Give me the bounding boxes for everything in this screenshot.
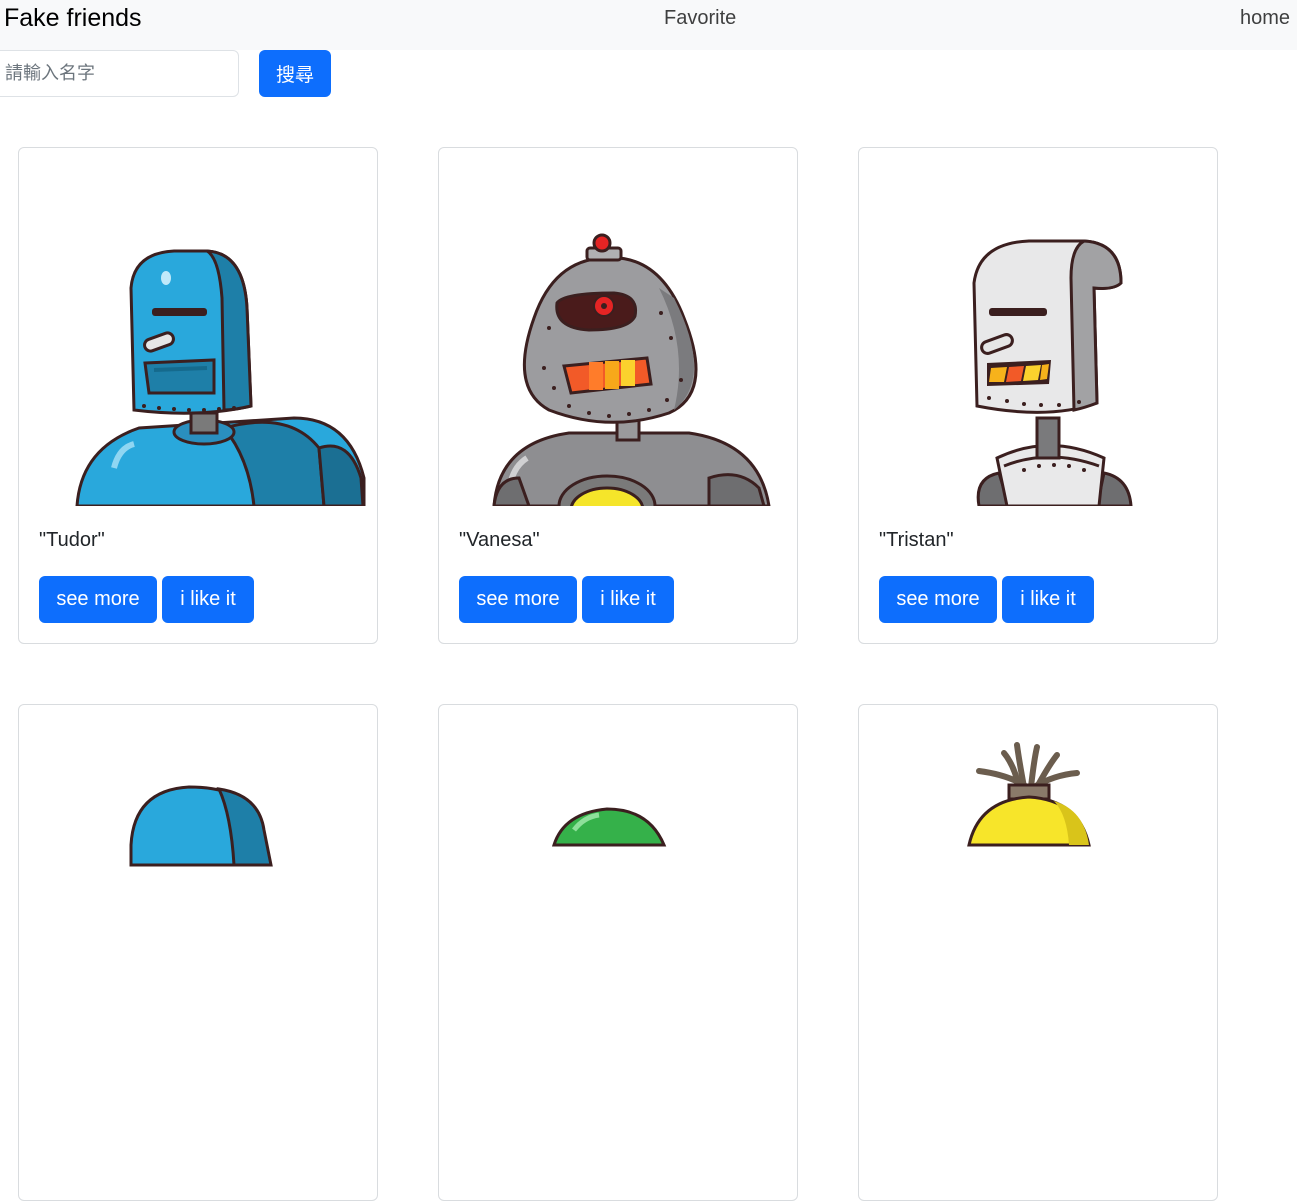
robot-card <box>858 704 1218 1201</box>
robot-name: "Vanesa" <box>459 529 540 551</box>
robot-card: "Tristan" see more i like it <box>858 147 1218 644</box>
yellow-robot-image <box>967 742 1091 847</box>
like-button[interactable]: i like it <box>582 576 674 623</box>
blue-robot-image <box>75 249 366 506</box>
search-input[interactable] <box>0 50 239 97</box>
green-robot-image <box>551 807 667 847</box>
see-more-button[interactable]: see more <box>459 576 577 623</box>
robot-card: "Tudor" see more i like it <box>18 147 378 644</box>
robot-name: "Tristan" <box>879 529 954 551</box>
gray-robot-image <box>492 233 771 506</box>
like-button[interactable]: i like it <box>1002 576 1094 623</box>
see-more-button[interactable]: see more <box>39 576 157 623</box>
blue-robot-image <box>129 785 273 867</box>
robot-card <box>438 704 798 1201</box>
brand-link[interactable]: Fake friends <box>4 3 142 33</box>
top-navbar: Fake friends Favorite home <box>0 0 1297 50</box>
nav-link-home[interactable]: home <box>1240 6 1290 30</box>
see-more-button[interactable]: see more <box>879 576 997 623</box>
robot-name: "Tudor" <box>39 529 105 551</box>
robot-card: "Vanesa" see more i like it <box>438 147 798 644</box>
nav-link-favorite[interactable]: Favorite <box>664 6 736 30</box>
like-button[interactable]: i like it <box>162 576 254 623</box>
white-robot-image <box>972 239 1133 506</box>
search-button[interactable]: 搜尋 <box>259 50 331 97</box>
robot-card <box>18 704 378 1201</box>
